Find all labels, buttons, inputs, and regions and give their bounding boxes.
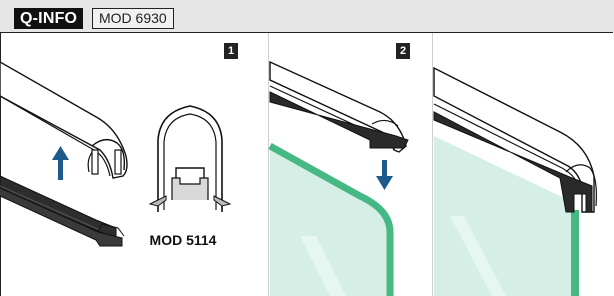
profile-label: MOD 5114 [149,232,217,248]
handrail-tube-2 [269,60,409,153]
handrail-tube-1 [0,61,128,179]
profile-cross-section [148,105,232,212]
insert-arrow-up-icon [52,146,69,180]
assembly-illustration [0,60,597,296]
insert-arrow-down-icon [376,160,393,190]
gasket-profile-1 [0,175,125,247]
glass-panel-2 [268,142,394,296]
